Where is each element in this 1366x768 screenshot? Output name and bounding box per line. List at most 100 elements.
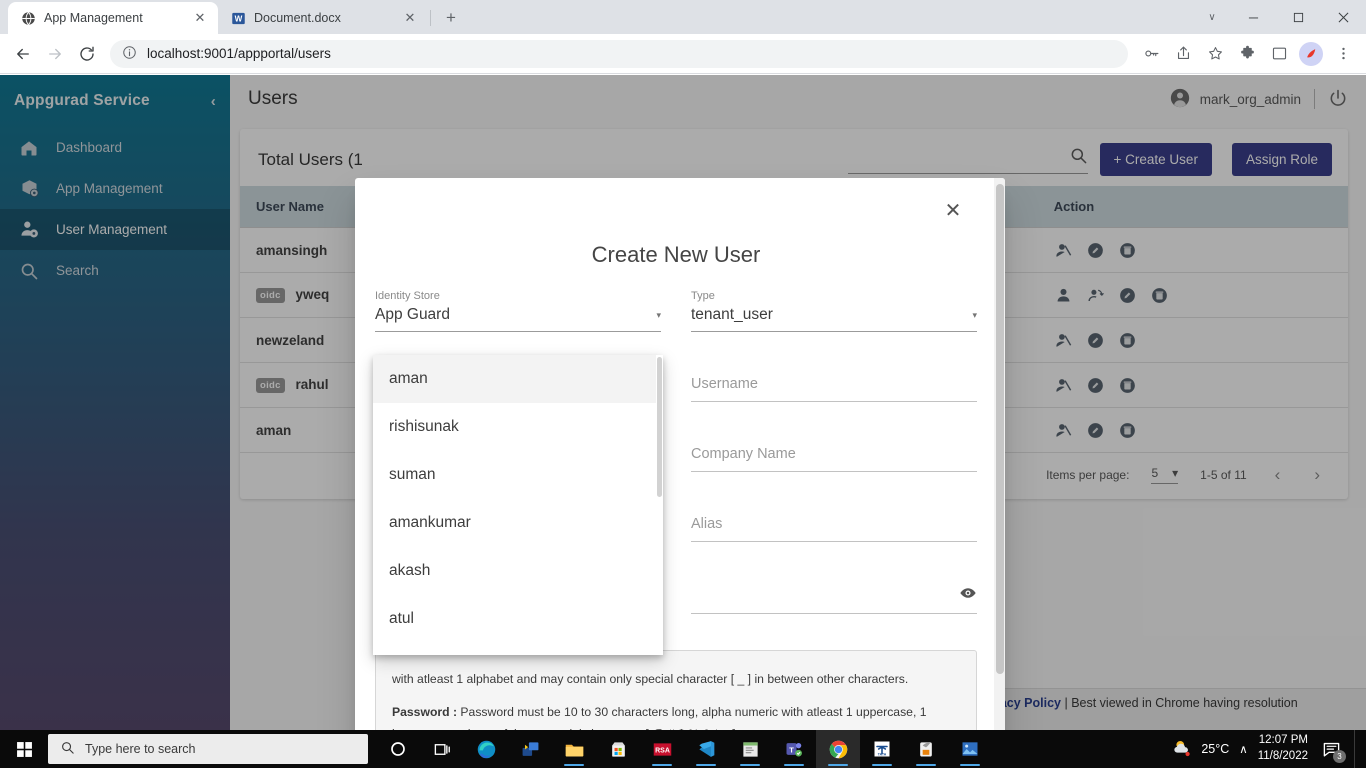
bookmark-star-icon[interactable] [1200, 39, 1230, 69]
type-label: Type [691, 290, 715, 302]
browser-tab-app-management[interactable]: App Management ✕ [8, 2, 218, 34]
dropdown-scrollbar-thumb[interactable] [657, 357, 662, 497]
weather-icon [1172, 737, 1194, 762]
tray-expand-icon[interactable]: ∧ [1239, 742, 1247, 756]
windows-taskbar: Type here to search RSA T TATA 25°C ∧ 12… [0, 730, 1366, 768]
clock-time: 12:07 PM [1258, 734, 1308, 747]
vscode-icon[interactable] [684, 730, 728, 768]
edge-icon[interactable] [464, 730, 508, 768]
back-icon[interactable] [8, 39, 38, 69]
reload-icon[interactable] [72, 39, 102, 69]
password-hint-line-1: with atleast 1 alphabet and may contain … [392, 672, 909, 686]
address-bar[interactable]: localhost:9001/appportal/users [110, 39, 1128, 68]
tab-title: App Management [44, 11, 143, 25]
password-input[interactable] [691, 584, 977, 614]
taskbar-search-placeholder: Type here to search [85, 742, 196, 756]
chevron-down-icon: ▾ [656, 309, 661, 320]
dropdown-option-atul[interactable]: atul [373, 595, 663, 643]
identity-store-select[interactable]: App Guard ▾ [375, 306, 661, 332]
username-field[interactable]: Username [691, 358, 977, 402]
svg-text:W: W [234, 14, 242, 23]
browser-tab-document[interactable]: W Document.docx ✕ [218, 2, 428, 34]
username-placeholder[interactable]: Username [691, 374, 977, 402]
dialog-scrollbar[interactable] [994, 178, 1005, 730]
info-icon [122, 45, 137, 63]
notepad-icon[interactable] [728, 730, 772, 768]
globe-icon [20, 10, 36, 26]
minimize-button[interactable] [1231, 0, 1276, 34]
dialog-title: Create New User [591, 242, 761, 267]
clock[interactable]: 12:07 PM 11/8/2022 [1258, 733, 1308, 764]
window-controls: ∨ [1193, 0, 1366, 34]
clock-date: 11/8/2022 [1257, 750, 1308, 762]
file-explorer-icon[interactable] [552, 730, 596, 768]
share-icon[interactable] [1168, 39, 1198, 69]
dropdown-option-suman[interactable]: suman [373, 451, 663, 499]
type-value: tenant_user [691, 306, 773, 323]
uipath-icon[interactable] [904, 730, 948, 768]
close-window-button[interactable] [1321, 0, 1366, 34]
start-button[interactable] [0, 730, 48, 768]
photos-icon[interactable] [948, 730, 992, 768]
task-view-icon[interactable] [420, 730, 464, 768]
alias-placeholder[interactable]: Alias [691, 514, 977, 542]
svg-text:TATA: TATA [878, 753, 887, 757]
type-field[interactable]: Type tenant_user ▾ [691, 290, 977, 332]
browser-toolbar: localhost:9001/appportal/users [0, 34, 1366, 74]
close-icon[interactable]: ✕ [192, 10, 208, 26]
browser-menu-icon[interactable] [1328, 39, 1358, 69]
tata-icon[interactable]: TATA [860, 730, 904, 768]
toolbar-actions [1136, 39, 1358, 69]
password-key-icon[interactable] [1136, 39, 1166, 69]
dropdown-option-aman[interactable]: aman [373, 355, 663, 403]
avatar [1299, 41, 1323, 66]
taskbar-search[interactable]: Type here to search [48, 734, 368, 764]
side-panel-icon[interactable] [1264, 39, 1294, 69]
show-desktop-button[interactable] [1354, 730, 1360, 768]
cortana-icon[interactable] [376, 730, 420, 768]
alias-field[interactable]: Alias [691, 498, 977, 542]
search-icon [60, 740, 75, 758]
dropdown-option-amankumar[interactable]: amankumar [373, 499, 663, 547]
teams-icon[interactable]: T [772, 730, 816, 768]
tab-title: Document.docx [254, 11, 341, 25]
identity-store-field[interactable]: Identity Store App Guard ▾ [375, 290, 661, 332]
password-hint-line-2-text: Password must be 10 to 30 characters lon… [392, 705, 927, 730]
dialog-scrollbar-thumb[interactable] [996, 184, 1004, 674]
notification-count: 3 [1333, 750, 1346, 763]
tab-separator [430, 10, 431, 26]
address-text: localhost:9001/appportal/users [147, 46, 331, 61]
dropdown-option-akash[interactable]: akash [373, 547, 663, 595]
close-dialog-icon[interactable]: ✕ [939, 196, 967, 224]
svg-text:T: T [789, 745, 794, 754]
profile-avatar[interactable] [1296, 39, 1326, 69]
close-icon[interactable]: ✕ [402, 10, 418, 26]
identity-store-label: Identity Store [375, 290, 440, 302]
browser-window: App Management ✕ W Document.docx ✕ + ∨ l… [0, 0, 1366, 768]
chrome-icon[interactable] [816, 730, 860, 768]
temperature-label: 25°C [1201, 742, 1230, 756]
dropdown-option-rishisunak[interactable]: rishisunak [373, 403, 663, 451]
microsoft-store-icon[interactable] [596, 730, 640, 768]
weather-widget[interactable]: 25°C [1172, 737, 1229, 762]
eye-icon[interactable] [959, 584, 977, 606]
notifications-button[interactable]: 3 [1318, 736, 1346, 763]
extensions-icon[interactable] [1232, 39, 1262, 69]
password-hint-box: Password hint: with atleast 1 alphabet a… [375, 643, 977, 730]
page-viewport: Appgurad Service ‹ Dashboard App Managem… [0, 75, 1366, 730]
company-name-field[interactable]: Company Name [691, 428, 977, 472]
remote-desktop-icon[interactable] [508, 730, 552, 768]
password-hint-line-2: Password : Password must be 10 to 30 cha… [392, 702, 960, 730]
maximize-button[interactable] [1276, 0, 1321, 34]
password-field[interactable] [691, 568, 977, 614]
rsa-icon[interactable]: RSA [640, 730, 684, 768]
forward-icon[interactable] [40, 39, 70, 69]
company-name-placeholder[interactable]: Company Name [691, 444, 977, 472]
tab-strip: App Management ✕ W Document.docx ✕ + ∨ [0, 0, 1366, 34]
tenant-name-dropdown[interactable]: aman rishisunak suman amankumar akash at… [373, 355, 663, 655]
dropdown-scrollbar[interactable] [656, 355, 663, 655]
chevron-down-icon[interactable]: ∨ [1193, 0, 1231, 34]
type-select[interactable]: tenant_user ▾ [691, 306, 977, 332]
new-tab-button[interactable]: + [437, 4, 465, 32]
svg-text:RSA: RSA [655, 747, 670, 754]
